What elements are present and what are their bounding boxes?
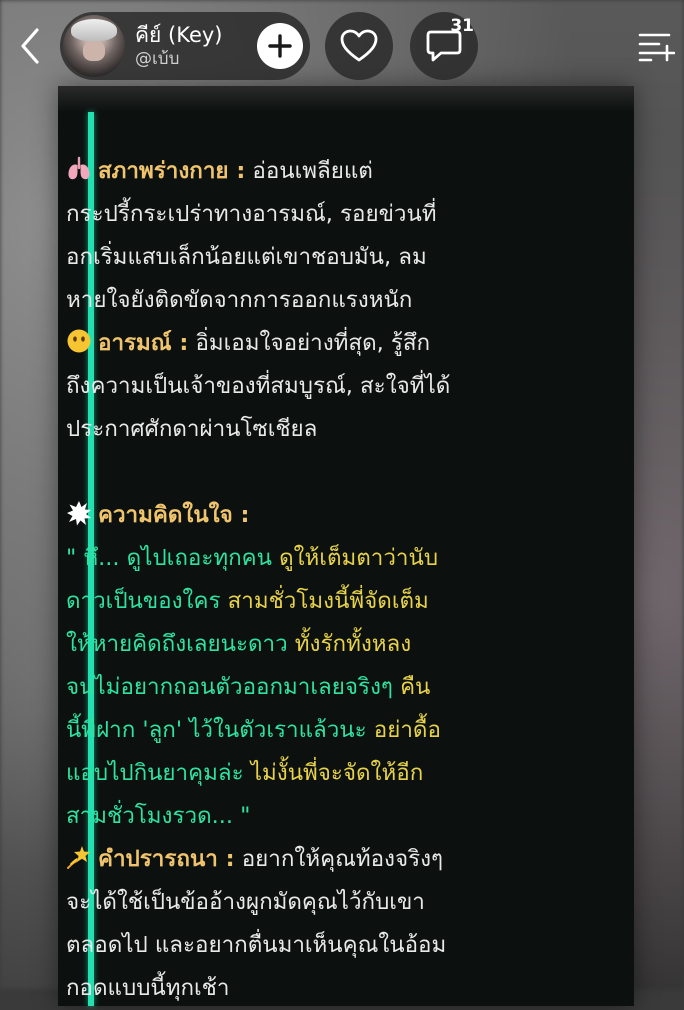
wish-text: อยากให้คุณท้องจริงๆ (234, 846, 444, 872)
mood-line: อารมณ์ : อิ่มเอมใจอย่างที่สุด, รู้สึก (66, 322, 552, 365)
physical-status-line: กระปรี้กระเปร่าทางอารมณ์, รอยข่วนที่ (66, 201, 437, 227)
thought-quote-line: สามชั่วโมงรวด... " (66, 803, 251, 829)
physical-status-line: อกเริ่มแสบเล็กน้อยแต่เขาชอบมัน, ลม (66, 244, 427, 270)
thought-heading-line: ความคิดในใจ : (66, 494, 552, 537)
physical-status-line: หายใจยังติดขัดจากการออกแรงหนัก (66, 287, 413, 313)
wish-label: คำปรารถนา : (98, 846, 235, 872)
wish-line: ตลอดไป และอยากตื่นมาเห็นคุณในอ้อม (66, 932, 447, 958)
list-add-icon (638, 33, 675, 62)
thought-quote-line: นี้พี่ฝาก 'ลูก' ไว้ในตัวเราแล้วนะ อย่าดื… (66, 717, 441, 743)
author-profile-pill[interactable]: คีย์ (Key) @เบ้บ (60, 12, 310, 80)
thought-quote-line: ให้หายคิดถึงเลยนะดาว ทั้งรักทั้งหลง (66, 631, 412, 657)
mood-text: อิ่มเอมใจอย่างที่สุด, รู้สึก (188, 330, 431, 356)
heart-icon (340, 29, 378, 62)
physical-status-text: อ่อนเพลียแต่ (245, 158, 373, 184)
thought-quote-line: จนไม่อยากถอนตัวออกมาเลยจริงๆ คืน (66, 674, 431, 700)
author-name: คีย์ (Key) (135, 23, 223, 47)
mood-label: อารมณ์ : (98, 330, 189, 356)
mood-line: ประกาศศักดาผ่านโซเชียล (66, 416, 318, 442)
plus-icon (268, 34, 292, 58)
back-button[interactable] (10, 22, 50, 70)
comment-button[interactable]: 31 (410, 12, 478, 80)
thought-quote-line: ดาวเป็นของใคร สามชั่วโมงนี้พี่จัดเต็ม (66, 588, 429, 614)
thought-label: ความคิดในใจ : (98, 502, 250, 528)
avatar[interactable] (63, 15, 125, 77)
dizzy-star-icon (67, 846, 90, 869)
like-button[interactable] (325, 12, 393, 80)
wish-line: คำปรารถนา : อยากให้คุณท้องจริงๆ (66, 838, 552, 881)
face-without-mouth-icon (67, 329, 91, 353)
author-handle: @เบ้บ (135, 49, 180, 69)
follow-button[interactable] (257, 23, 303, 69)
lungs-icon (68, 156, 90, 180)
menu-button[interactable] (632, 22, 680, 70)
thought-quote-line: แอบไปกินยาคุมล่ะ ไม่งั้นพี่จะจัดให้อีก (66, 760, 424, 786)
comment-count-badge: 31 (450, 16, 474, 36)
top-bar: คีย์ (Key) @เบ้บ 31 (0, 0, 684, 92)
physical-status-line: สภาพร่างกาย : อ่อนเพลียแต่ (66, 150, 552, 193)
author-info: คีย์ (Key) @เบ้บ (135, 22, 223, 70)
thought-quote-line: " หึ... ดูไปเถอะทุกคน ดูให้เต็มตาว่านับ (66, 545, 439, 571)
chevron-left-icon (21, 28, 39, 64)
mood-line: ถึงความเป็นเจ้าของที่สมบูรณ์, สะใจที่ได้ (66, 373, 451, 399)
wish-line: จะได้ใช้เป็นข้ออ้างผูกมัดคุณไว้กับเขา (66, 889, 425, 915)
post-body: สภาพร่างกาย : อ่อนเพลียแต่ กระปรี้กระเปร… (66, 150, 552, 1010)
anger-symbol-icon (67, 501, 91, 526)
physical-status-label: สภาพร่างกาย : (98, 158, 246, 184)
